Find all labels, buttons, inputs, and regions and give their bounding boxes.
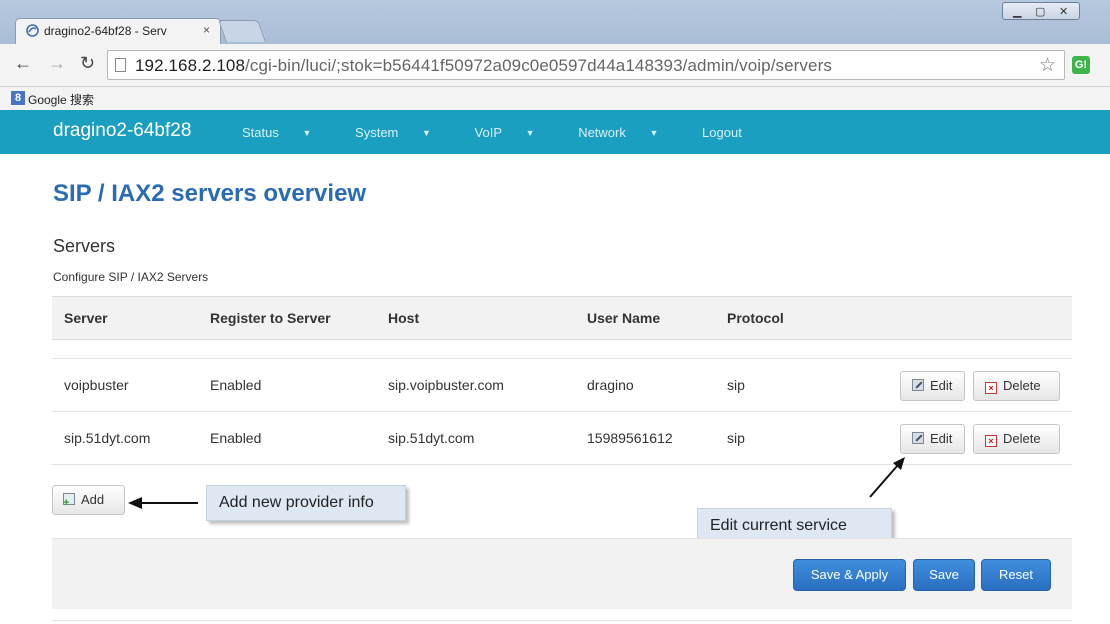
bookmarks-bar: 8 Google 搜索 [0, 87, 1110, 110]
cell-server: sip.51dyt.com [64, 430, 151, 446]
tab-title: dragino2-64bf28 - Serv [44, 24, 167, 38]
menu-network-label: Network [578, 125, 626, 140]
brand-title[interactable]: dragino2-64bf28 [53, 120, 191, 142]
cell-register: Enabled [210, 377, 262, 393]
save-apply-button[interactable]: Save & Apply [793, 559, 906, 591]
google-bookmark-icon: 8 [11, 91, 25, 105]
delete-icon: × [985, 435, 997, 447]
page-icon [115, 58, 126, 72]
menu-status[interactable]: Status ▼ [242, 125, 331, 140]
url-path: /cgi-bin/luci/;stok=b56441f50972a09c0e05… [245, 56, 832, 75]
menu-system[interactable]: System ▼ [355, 125, 451, 140]
page-title: SIP / IAX2 servers overview [53, 180, 367, 207]
delete-icon: × [985, 382, 997, 394]
menu-voip-label: VoIP [474, 125, 503, 140]
edit-label: Edit [930, 378, 953, 393]
bookmark-star-icon[interactable]: ☆ [1039, 54, 1056, 77]
cell-register: Enabled [210, 430, 262, 446]
window-controls[interactable]: ▁ ▢ ✕ [1002, 2, 1080, 20]
header-protocol: Protocol [727, 310, 784, 326]
browser-tabstrip: dragino2-64bf28 - Serv × ▁ ▢ ✕ [0, 0, 1110, 44]
table-header: Server Register to Server Host User Name… [52, 296, 1072, 340]
delete-button[interactable]: × Delete [973, 371, 1060, 401]
forward-icon[interactable]: → [48, 53, 66, 74]
edit-icon [912, 432, 924, 444]
header-register: Register to Server [210, 310, 331, 326]
save-button[interactable]: Save [913, 559, 975, 591]
footer-divider [52, 620, 1072, 621]
main-menu: Status ▼ System ▼ VoIP ▼ Network ▼ Logou… [242, 125, 782, 140]
reload-icon[interactable]: ↻ [80, 53, 95, 74]
add-icon [63, 489, 75, 517]
arrow-to-add-icon [128, 497, 198, 509]
cell-host: sip.voipbuster.com [388, 377, 504, 393]
edit-button[interactable]: Edit [900, 371, 965, 401]
menu-voip[interactable]: VoIP ▼ [475, 125, 555, 140]
header-username: User Name [587, 310, 661, 326]
address-bar[interactable]: 192.168.2.108/cgi-bin/luci/;stok=b56441f… [107, 50, 1065, 80]
browser-tab[interactable]: dragino2-64bf28 - Serv × [15, 18, 221, 44]
minimize-icon[interactable]: ▁ [1013, 5, 1021, 18]
new-tab-button[interactable] [217, 20, 267, 42]
bookmark-google-search[interactable]: Google 搜索 [28, 91, 94, 108]
caret-down-icon: ▼ [649, 128, 659, 138]
section-description: Configure SIP / IAX2 Servers [53, 270, 209, 284]
table-row: voipbuster Enabled sip.voipbuster.com dr… [52, 358, 1072, 412]
cell-server: voipbuster [64, 377, 129, 393]
add-provider-callout: Add new provider info [206, 485, 406, 521]
browser-toolbar: ← → ↻ 192.168.2.108/cgi-bin/luci/;stok=b… [0, 44, 1110, 87]
header-host: Host [388, 310, 420, 326]
menu-status-label: Status [242, 125, 279, 140]
delete-label: Delete [1003, 431, 1041, 446]
luci-favicon-icon [26, 24, 39, 37]
header-server: Server [64, 310, 108, 326]
add-button[interactable]: Add [52, 485, 125, 517]
section-title: Servers [53, 236, 116, 256]
cell-username: 15989561612 [587, 430, 673, 446]
app-header: dragino2-64bf28 Status ▼ System ▼ VoIP ▼… [0, 110, 1110, 154]
menu-system-label: System [355, 125, 399, 140]
url-text: 192.168.2.108/cgi-bin/luci/;stok=b56441f… [135, 56, 832, 76]
menu-logout[interactable]: Logout [702, 125, 762, 140]
edit-icon [912, 379, 924, 391]
table-row: sip.51dyt.com Enabled sip.51dyt.com 1598… [52, 412, 1072, 465]
action-bar: Save & Apply Save Reset [52, 538, 1072, 609]
reset-button[interactable]: Reset [981, 559, 1051, 591]
extension-icon[interactable]: G! [1072, 56, 1090, 74]
add-label: Add [81, 492, 105, 507]
cell-protocol: sip [727, 430, 745, 446]
close-window-icon[interactable]: ✕ [1059, 5, 1068, 18]
menu-logout-label: Logout [702, 125, 742, 140]
servers-table: Server Register to Server Host User Name… [52, 296, 1072, 465]
delete-label: Delete [1003, 378, 1041, 393]
edit-label: Edit [930, 431, 953, 446]
caret-down-icon: ▼ [422, 128, 431, 138]
menu-network[interactable]: Network ▼ [578, 125, 678, 140]
cell-username: dragino [587, 377, 634, 393]
back-icon[interactable]: ← [14, 53, 32, 74]
delete-button[interactable]: × Delete [973, 424, 1060, 454]
cell-host: sip.51dyt.com [388, 430, 475, 446]
maximize-icon[interactable]: ▢ [1035, 5, 1045, 18]
caret-down-icon: ▼ [302, 128, 312, 138]
cell-protocol: sip [727, 377, 745, 393]
caret-down-icon: ▼ [525, 128, 535, 138]
edit-button[interactable]: Edit [900, 424, 965, 454]
close-tab-icon[interactable]: × [203, 23, 210, 37]
url-host: 192.168.2.108 [135, 56, 246, 75]
